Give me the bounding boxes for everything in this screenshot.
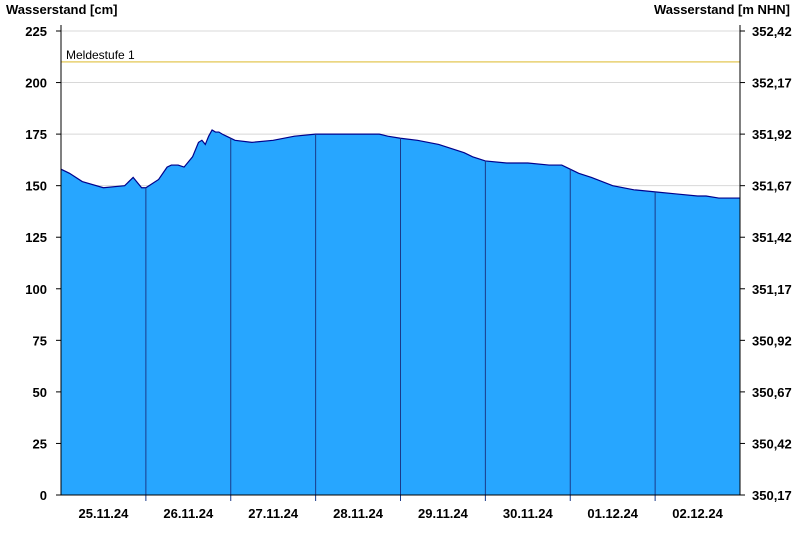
x-tick-label: 02.12.24 [672, 506, 723, 521]
y-tick-label-right: 350,17 [752, 488, 792, 503]
y-tick-label-right: 351,42 [752, 230, 792, 245]
water-level-chart: Wasserstand [cm] Wasserstand [m NHN] Mel… [0, 0, 800, 550]
y-tick-label-left: 25 [33, 436, 47, 451]
y-tick-label-right: 351,17 [752, 282, 792, 297]
y-axis-label-right: Wasserstand [m NHN] [654, 2, 790, 17]
y-tick-label-left: 150 [25, 179, 47, 194]
x-tick-label: 27.11.24 [248, 506, 299, 521]
y-tick-label-left: 75 [33, 333, 47, 348]
y-tick-label-right: 352,17 [752, 76, 792, 91]
x-tick-label: 30.11.24 [503, 506, 554, 521]
y-tick-label-left: 200 [25, 76, 47, 91]
x-tick-label: 25.11.24 [78, 506, 129, 521]
y-tick-label-right: 352,42 [752, 24, 792, 39]
y-tick-label-right: 350,67 [752, 385, 792, 400]
y-tick-label-right: 350,92 [752, 333, 792, 348]
y-tick-label-left: 125 [25, 230, 47, 245]
y-tick-label-left: 50 [33, 385, 47, 400]
y-tick-label-left: 225 [25, 24, 47, 39]
x-tick-label: 01.12.24 [587, 506, 638, 521]
x-tick-label: 28.11.24 [333, 506, 384, 521]
y-tick-label-right: 350,42 [752, 436, 792, 451]
y-tick-label-right: 351,67 [752, 179, 792, 194]
y-axis-label-left: Wasserstand [cm] [6, 2, 118, 17]
x-tick-label: 29.11.24 [418, 506, 469, 521]
y-tick-label-right: 351,92 [752, 127, 792, 142]
y-tick-label-left: 175 [25, 127, 47, 142]
x-tick-label: 26.11.24 [163, 506, 214, 521]
y-tick-label-left: 0 [40, 488, 47, 503]
y-tick-label-left: 100 [25, 282, 47, 297]
threshold-label: Meldestufe 1 [66, 48, 135, 62]
